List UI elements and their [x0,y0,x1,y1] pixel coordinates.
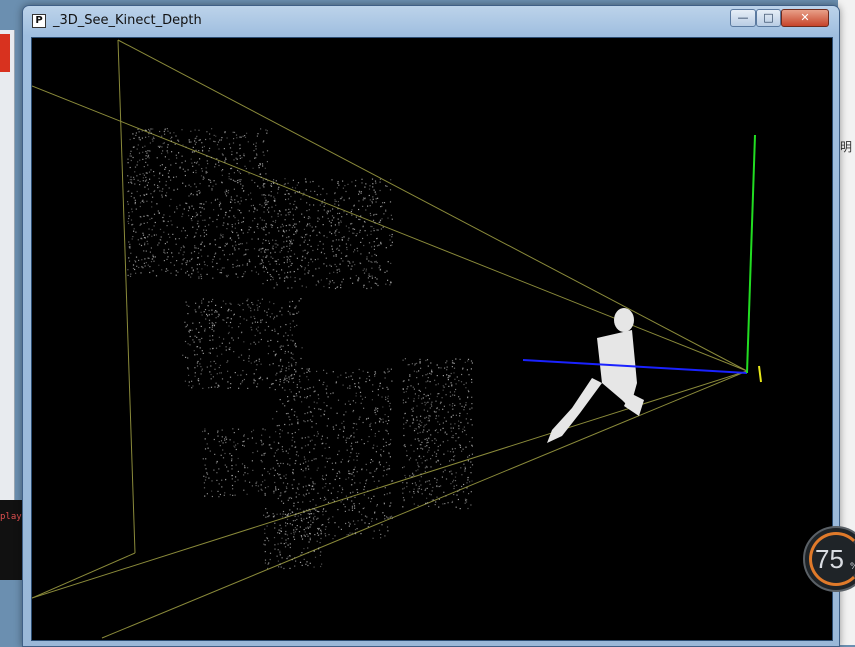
maximize-icon: □ [763,11,774,24]
person-points [547,308,644,443]
background-console-text: play [0,512,22,522]
depth-scene [32,39,762,639]
app-window: P _3D_See_Kinect_Depth — □ ✕ [22,5,840,647]
background-app-tile [0,34,10,72]
maximize-button[interactable]: □ [756,9,781,27]
background-right-text: 明 [840,140,853,154]
far-plane-bottom [32,552,136,599]
far-plane-left [117,39,136,554]
camera-frustum [32,39,748,639]
frustum-edge-top [32,85,748,372]
axis-z [758,365,762,383]
background-window-edge [0,30,15,500]
minimize-button[interactable]: — [730,9,756,27]
minimize-icon: — [737,11,749,24]
point-cloud [127,128,474,570]
close-icon: ✕ [800,11,810,24]
frustum-edge-top-far [117,39,748,372]
app-icon[interactable]: P [32,14,46,28]
gauge-value: 75 [815,544,844,574]
axis-y [746,134,756,374]
frustum-edge-bottom-far [101,370,748,639]
close-button[interactable]: ✕ [781,9,829,27]
3d-viewport[interactable] [31,37,833,641]
gauge-unit: % [850,562,855,572]
title-bar[interactable]: P _3D_See_Kinect_Depth — □ ✕ [23,6,839,36]
window-title: _3D_See_Kinect_Depth [53,13,202,28]
